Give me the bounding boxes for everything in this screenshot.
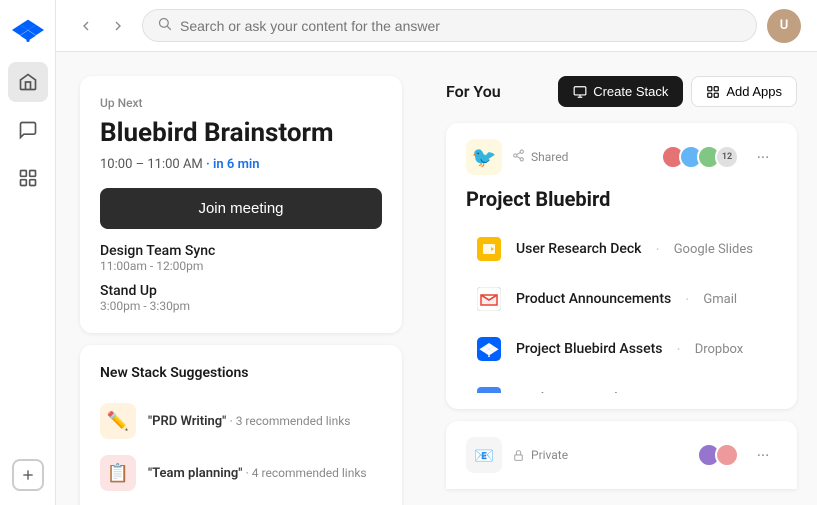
search-bar[interactable] [142, 9, 757, 42]
file-source-1: Gmail [703, 292, 737, 307]
stack-suggestions-card: New Stack Suggestions ✏️ "PRD Writing" ·… [80, 345, 402, 505]
event-time: 3:00pm - 3:30pm [100, 299, 382, 313]
suggestion-item-2[interactable]: 📋 "Team planning" · 4 recommended links [100, 447, 382, 499]
event-item-2: Stand Up 3:00pm - 3:30pm [100, 283, 382, 313]
file-item-3[interactable]: Market Research Paper · Google Docs [466, 375, 777, 393]
stack-card-header: 🐦 Shared [466, 139, 777, 175]
event-time: 11:00am - 12:00pm [100, 259, 382, 273]
more-options-button[interactable]: ··· [749, 143, 777, 171]
shared-icon [512, 149, 525, 165]
file-item-1[interactable]: Product Announcements · Gmail [466, 275, 777, 323]
for-you-header: For You Create Stack [446, 76, 797, 107]
stack-emoji: 🐦 [466, 139, 502, 175]
suggestion-links-2: · 4 recommended links [246, 466, 367, 480]
file-name-0: User Research Deck [516, 241, 642, 257]
search-input[interactable] [180, 18, 742, 34]
left-panel: Up Next Bluebird Brainstorm 10:00 – 11:0… [56, 52, 426, 505]
add-apps-label: Add Apps [726, 84, 782, 99]
join-meeting-button[interactable]: Join meeting [100, 188, 382, 229]
for-you-actions: Create Stack Add Apps [558, 76, 797, 107]
up-next-card: Up Next Bluebird Brainstorm 10:00 – 11:0… [80, 76, 402, 333]
sidebar-item-stacks[interactable] [8, 158, 48, 198]
main-content: U Up Next Bluebird Brainstorm 10:00 – 11… [56, 0, 817, 505]
meeting-urgency: · in 6 min [206, 157, 260, 172]
sidebar [0, 0, 56, 505]
stack-card: 🐦 Shared [446, 123, 797, 409]
suggestion-details-2: "Team planning" · 4 recommended links [148, 466, 367, 481]
event-name: Design Team Sync [100, 243, 382, 259]
file-list: User Research Deck · Google Slides [466, 225, 777, 393]
add-apps-button[interactable]: Add Apps [691, 76, 797, 107]
slides-icon [474, 234, 504, 264]
upcoming-events: Design Team Sync 11:00am - 12:00pm Stand… [100, 243, 382, 313]
sidebar-item-home[interactable] [8, 62, 48, 102]
file-source-0: Google Slides [674, 242, 753, 257]
avatar[interactable]: U [767, 9, 801, 43]
bottom-card-emoji: 📧 [466, 437, 502, 473]
stack-title: Project Bluebird [466, 187, 777, 211]
sidebar-item-chat[interactable] [8, 110, 48, 150]
suggestion-links-1: · 3 recommended links [230, 414, 351, 428]
forward-button[interactable] [104, 12, 132, 40]
file-name-2: Project Bluebird Assets [516, 341, 663, 357]
file-item-0[interactable]: User Research Deck · Google Slides [466, 225, 777, 273]
bottom-card-meta: Private [512, 448, 568, 462]
dropbox-logo[interactable] [12, 14, 44, 46]
file-name-3: Market Research Paper [516, 391, 662, 393]
suggestion-name-1: "PRD Writing" · 3 recommended links [148, 414, 351, 429]
for-you-title: For You [446, 82, 501, 101]
event-name: Stand Up [100, 283, 382, 299]
search-icon [157, 16, 172, 35]
bottom-avatar-group [697, 443, 739, 467]
bottom-more-button[interactable]: ··· [749, 441, 777, 469]
create-stack-button[interactable]: Create Stack [558, 76, 683, 107]
create-stack-label: Create Stack [593, 84, 668, 99]
suggestion-icon-2: 📋 [100, 455, 136, 491]
private-icon [512, 449, 525, 462]
meeting-time: 10:00 – 11:00 AM · in 6 min [100, 157, 382, 172]
stack-meta: Shared 12 [512, 145, 739, 169]
file-name-1: Product Announcements [516, 291, 671, 307]
suggestion-item-1[interactable]: ✏️ "PRD Writing" · 3 recommended links [100, 395, 382, 447]
suggestion-icon-1: ✏️ [100, 403, 136, 439]
back-button[interactable] [72, 12, 100, 40]
shared-label: Shared [531, 150, 568, 164]
bottom-card-label: Private [531, 448, 568, 462]
file-source-3: Google Docs [694, 392, 768, 394]
nav-buttons [72, 12, 132, 40]
event-item-1: Design Team Sync 11:00am - 12:00pm [100, 243, 382, 273]
topbar: U [56, 0, 817, 52]
gmail-icon [474, 284, 504, 314]
right-panel: For You Create Stack [426, 52, 817, 505]
suggestion-name-2: "Team planning" · 4 recommended links [148, 466, 367, 481]
avatar-count: 12 [715, 145, 739, 169]
bottom-card-partial: 📧 Private ··· [446, 421, 797, 489]
dropbox-icon [474, 334, 504, 364]
file-item-2[interactable]: Project Bluebird Assets · Dropbox [466, 325, 777, 373]
content-area: Up Next Bluebird Brainstorm 10:00 – 11:0… [56, 52, 817, 505]
bottom-avatar-2 [715, 443, 739, 467]
suggestion-details-1: "PRD Writing" · 3 recommended links [148, 414, 351, 429]
add-button[interactable] [12, 459, 44, 491]
avatar-group: 12 [661, 145, 739, 169]
docs-icon [474, 384, 504, 393]
meeting-title: Bluebird Brainstorm [100, 118, 382, 149]
suggestions-title: New Stack Suggestions [100, 365, 382, 381]
file-source-2: Dropbox [695, 342, 744, 357]
up-next-label: Up Next [100, 96, 382, 110]
